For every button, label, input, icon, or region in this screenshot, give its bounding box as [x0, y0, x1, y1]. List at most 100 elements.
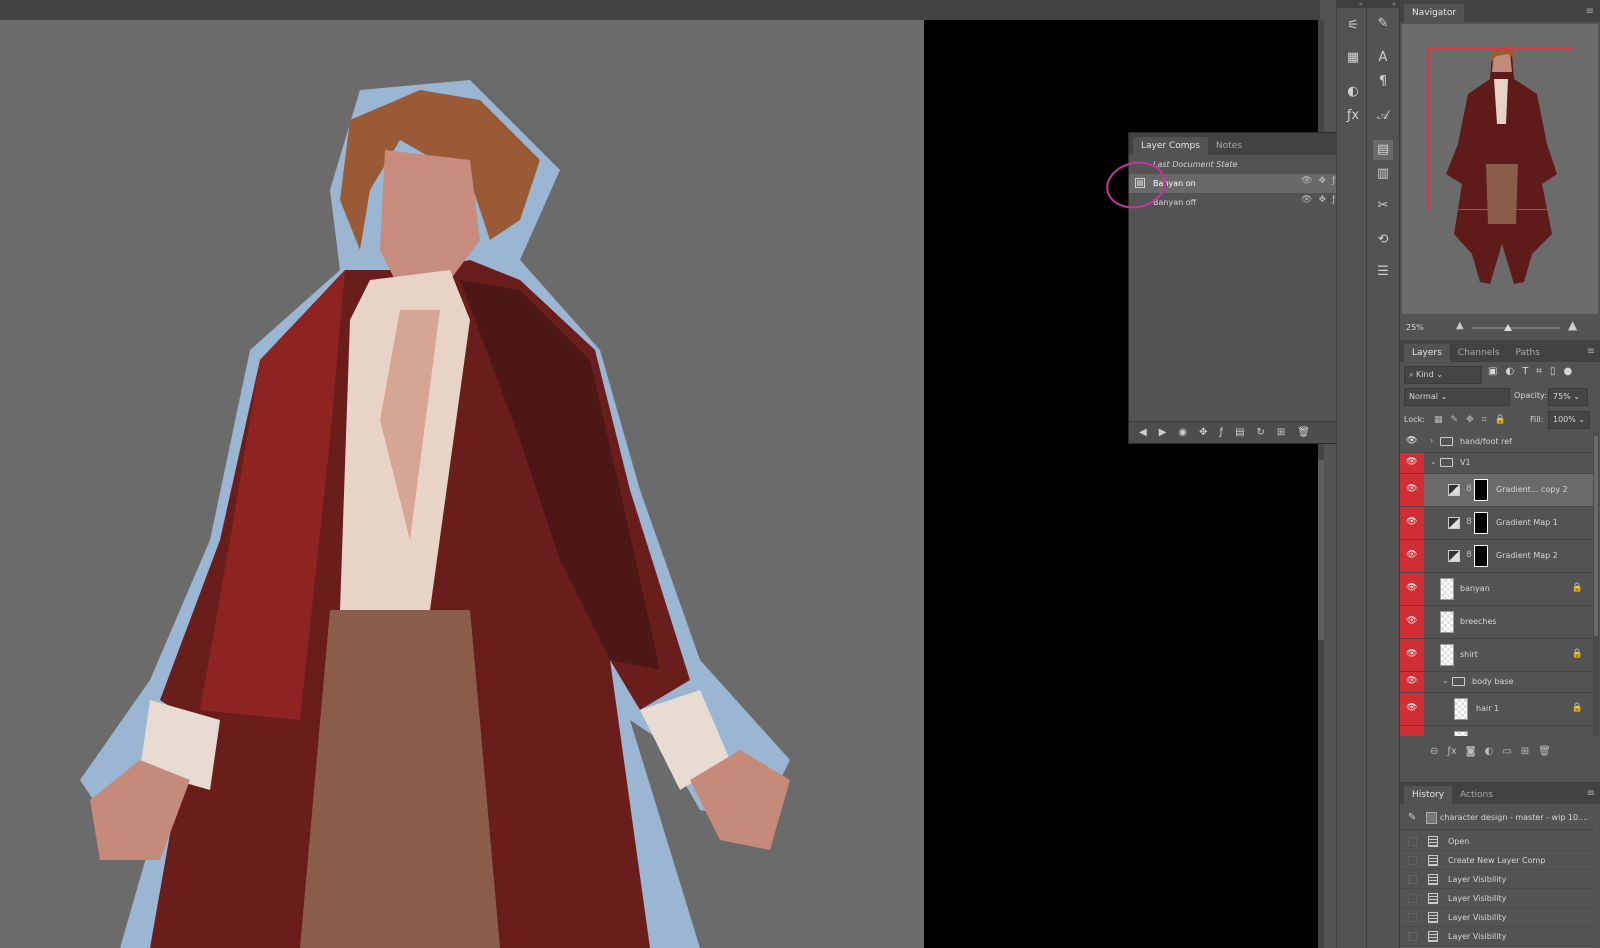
- trash-icon[interactable]: 🗑: [1297, 427, 1310, 438]
- scroll-thumb[interactable]: [1318, 460, 1324, 640]
- new-adjustment-icon[interactable]: ◐: [1485, 746, 1494, 757]
- layer-comps-icon[interactable]: ▤: [1373, 140, 1393, 160]
- visibility-toggle[interactable]: 👁: [1400, 507, 1424, 539]
- character-icon[interactable]: A: [1373, 48, 1393, 68]
- layers-scrollbar[interactable]: [1593, 432, 1599, 736]
- layer-row[interactable]: 👁 8 Gradient... copy 2: [1400, 474, 1593, 507]
- adjustments-icon[interactable]: ◐: [1343, 82, 1363, 102]
- brush-settings-icon[interactable]: ✎: [1373, 14, 1393, 34]
- tool-presets-icon[interactable]: ✂: [1373, 196, 1393, 216]
- visibility-toggle[interactable]: 👁: [1400, 639, 1424, 671]
- visibility-toggle[interactable]: 👁: [1400, 474, 1424, 506]
- next-comp-icon[interactable]: ▶: [1159, 427, 1167, 438]
- update-style-icon[interactable]: ƒ: [1220, 427, 1224, 438]
- layer-mask-thumbnail[interactable]: [1474, 512, 1488, 534]
- tab-layer-comps[interactable]: Layer Comps: [1133, 137, 1208, 155]
- link-icon[interactable]: 8: [1466, 517, 1472, 527]
- lock-transparent-icon[interactable]: ▦: [1434, 412, 1443, 428]
- layer-mask-thumbnail[interactable]: [1474, 545, 1488, 567]
- history-item[interactable]: Layer Visibility: [1400, 870, 1593, 889]
- zoom-out-icon[interactable]: ▲: [1456, 320, 1464, 331]
- visibility-toggle[interactable]: 👁: [1400, 726, 1424, 736]
- layer-row[interactable]: 👁 head: [1400, 726, 1593, 736]
- type-filter-icon[interactable]: T: [1522, 366, 1528, 377]
- fill-field[interactable]: 100% ⌄: [1548, 411, 1590, 429]
- glyphs-icon[interactable]: 𝒜: [1373, 106, 1393, 126]
- tab-layers[interactable]: Layers: [1404, 344, 1450, 362]
- tab-notes[interactable]: Notes: [1208, 137, 1250, 155]
- layer-row[interactable]: 👁 ⌄ V1: [1400, 453, 1593, 474]
- history-item[interactable]: Open: [1400, 832, 1593, 851]
- history-brush-source[interactable]: [1408, 875, 1417, 884]
- notes-icon[interactable]: ▥: [1373, 164, 1393, 184]
- zoom-level[interactable]: 25%: [1406, 323, 1424, 332]
- position-icon[interactable]: ✥: [1318, 195, 1326, 205]
- pixel-filter-icon[interactable]: ▣: [1488, 366, 1497, 377]
- tab-channels[interactable]: Channels: [1450, 344, 1508, 362]
- document-canvas[interactable]: [0, 20, 924, 948]
- history-brush-icon[interactable]: ✎: [1408, 806, 1416, 829]
- adjustment-filter-icon[interactable]: ◐: [1505, 366, 1514, 377]
- properties-icon[interactable]: ⚟: [1343, 16, 1363, 36]
- link-layers-icon[interactable]: ⊖: [1430, 746, 1438, 757]
- strip-grip[interactable]: «: [1337, 0, 1366, 8]
- blend-mode-select[interactable]: Normal ⌄: [1404, 388, 1510, 406]
- paragraph-icon[interactable]: ¶: [1373, 72, 1393, 92]
- history-item[interactable]: Layer Visibility: [1400, 889, 1593, 908]
- panel-menu-icon[interactable]: ≡: [1587, 346, 1595, 357]
- opacity-field[interactable]: 75% ⌄: [1548, 388, 1588, 406]
- panel-menu-icon[interactable]: ≡: [1586, 6, 1594, 17]
- trash-icon[interactable]: 🗑: [1538, 746, 1551, 757]
- new-layer-icon[interactable]: ⊞: [1521, 746, 1529, 757]
- layer-comp-row[interactable]: Banyan off 👁✥ƒx▣: [1129, 193, 1363, 212]
- swatches-icon[interactable]: ▦: [1343, 48, 1363, 68]
- layer-row[interactable]: 👁 shirt 🔒: [1400, 639, 1593, 672]
- navigator-view-box[interactable]: [1428, 48, 1574, 210]
- history-item[interactable]: Create New Layer Comp: [1400, 851, 1593, 870]
- lock-all-icon[interactable]: 🔒: [1495, 412, 1506, 428]
- history-brush-source[interactable]: [1408, 894, 1417, 903]
- tab-history[interactable]: History: [1404, 786, 1453, 804]
- visibility-icon[interactable]: 👁: [1301, 176, 1312, 186]
- update-visibility-icon[interactable]: ◉: [1178, 427, 1187, 438]
- add-mask-icon[interactable]: ◙: [1466, 746, 1476, 757]
- add-style-icon[interactable]: ƒx: [1447, 746, 1456, 757]
- tab-navigator[interactable]: Navigator: [1404, 4, 1465, 22]
- refresh-icon[interactable]: ↻: [1257, 427, 1265, 438]
- visibility-toggle[interactable]: 👁: [1400, 540, 1424, 572]
- styles-icon[interactable]: ƒx: [1343, 106, 1363, 126]
- settings-sliders-icon[interactable]: ☰: [1373, 262, 1393, 282]
- collapse-icon[interactable]: ⌄: [1430, 457, 1437, 466]
- lock-artboard-icon[interactable]: ⌗: [1482, 412, 1487, 428]
- visibility-icon[interactable]: 👁: [1301, 195, 1312, 205]
- layer-row[interactable]: 👁 breeches: [1400, 606, 1593, 639]
- zoom-slider[interactable]: [1472, 327, 1560, 329]
- link-icon[interactable]: 8: [1466, 550, 1472, 560]
- zoom-slider-knob[interactable]: [1504, 324, 1512, 331]
- last-document-state[interactable]: Last Document State: [1129, 155, 1363, 174]
- strip-grip[interactable]: «: [1367, 0, 1399, 8]
- history-brush-source[interactable]: [1408, 837, 1417, 846]
- layer-row[interactable]: 👁 ⌄ body base: [1400, 672, 1593, 693]
- new-comp-icon[interactable]: ⊞: [1277, 427, 1285, 438]
- lock-position-icon[interactable]: ✥: [1466, 412, 1474, 428]
- layer-row[interactable]: 👁 8 Gradient Map 2: [1400, 540, 1593, 573]
- visibility-toggle[interactable]: 👁: [1400, 606, 1424, 638]
- visibility-toggle[interactable]: 👁: [1400, 672, 1424, 692]
- shape-filter-icon[interactable]: ⌗: [1536, 366, 1542, 377]
- filter-kind-select[interactable]: ⌕ Kind ⌄: [1404, 366, 1482, 384]
- visibility-toggle[interactable]: 👁: [1400, 693, 1424, 725]
- history-icon[interactable]: ⟲: [1373, 230, 1393, 250]
- link-icon[interactable]: 8: [1466, 484, 1472, 494]
- history-item[interactable]: Layer Visibility: [1400, 908, 1593, 927]
- zoom-in-icon[interactable]: ▲: [1568, 318, 1577, 332]
- visibility-toggle[interactable]: 👁: [1400, 432, 1424, 452]
- history-brush-source[interactable]: [1408, 913, 1417, 922]
- history-brush-source[interactable]: [1408, 856, 1417, 865]
- layer-row[interactable]: 👁 8 Gradient Map 1: [1400, 507, 1593, 540]
- layer-row[interactable]: 👁 › hand/foot ref: [1400, 432, 1593, 453]
- update-appearance-icon[interactable]: ▤: [1235, 427, 1244, 438]
- lock-image-icon[interactable]: ✎: [1451, 412, 1459, 428]
- position-icon[interactable]: ✥: [1318, 176, 1326, 186]
- visibility-toggle[interactable]: 👁: [1400, 453, 1424, 473]
